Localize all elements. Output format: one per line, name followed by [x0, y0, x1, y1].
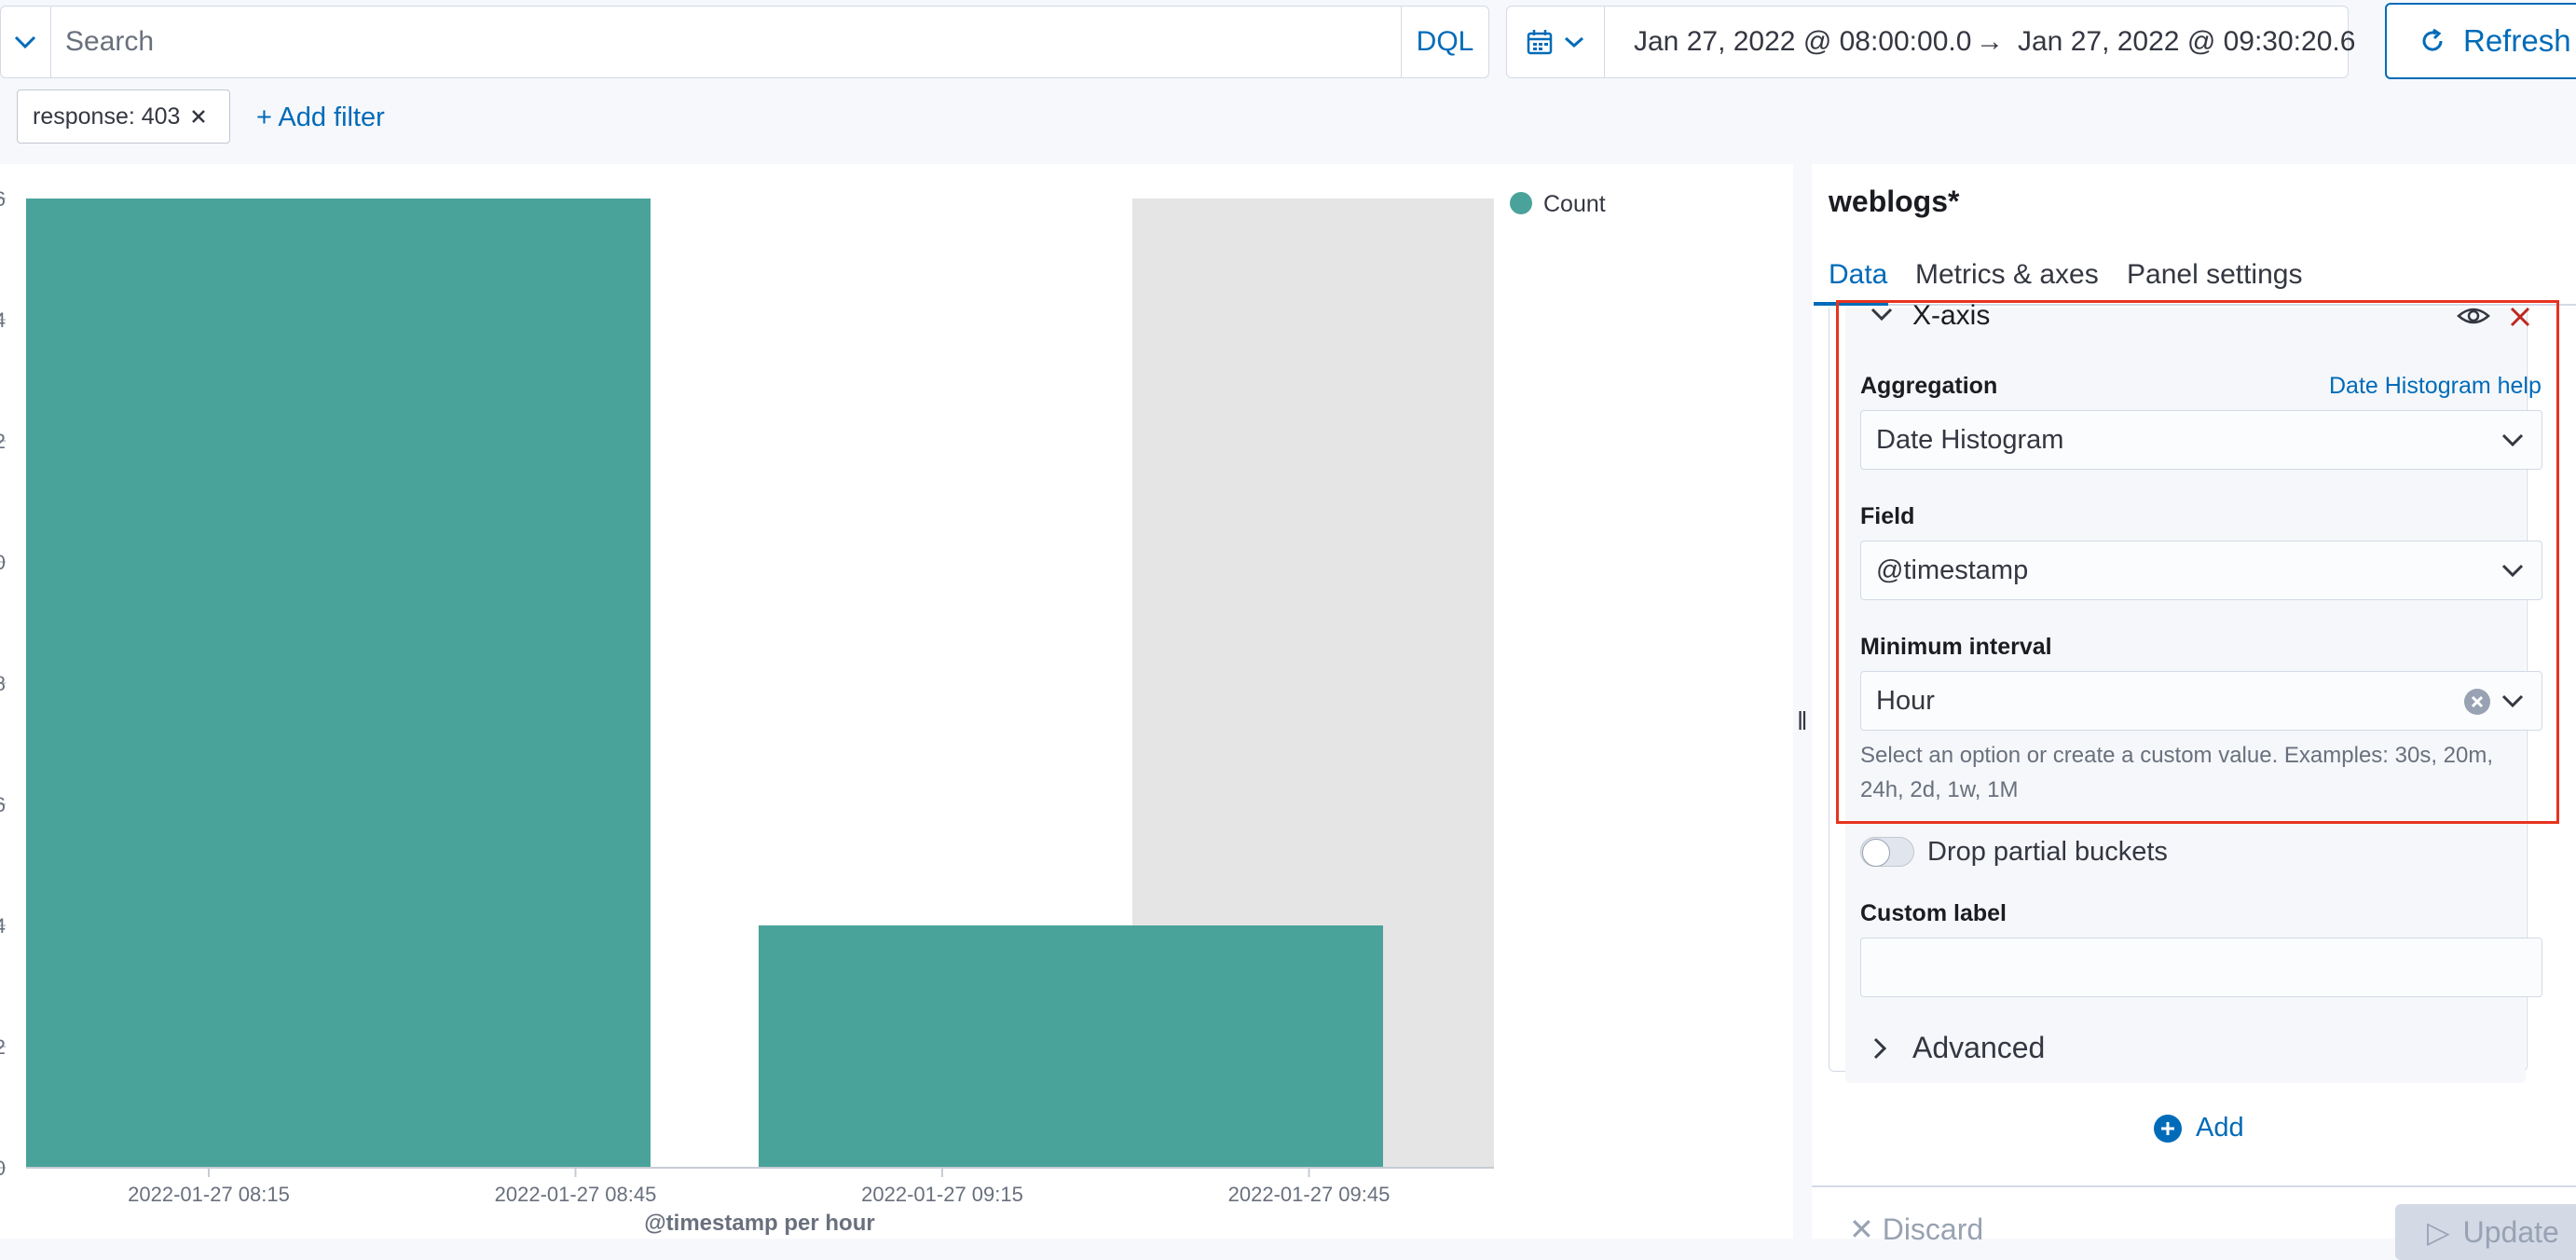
advanced-toggle[interactable]: Advanced: [1912, 1031, 2045, 1065]
dql-button[interactable]: DQL: [1402, 7, 1488, 77]
y-tick-label: 16: [0, 187, 6, 211]
tab-panel-settings[interactable]: Panel settings: [2127, 259, 2302, 291]
y-tick-label: 6: [0, 793, 6, 816]
y-tick-label: 8: [0, 672, 6, 695]
y-tick-label: 2: [0, 1035, 6, 1059]
y-tick-label: 12: [0, 430, 6, 453]
y-tick-label: 10: [0, 551, 6, 574]
custom-label-input[interactable]: [1860, 938, 2542, 997]
play-icon: ▷: [2427, 1215, 2450, 1249]
chevron-right-icon[interactable]: [1871, 1036, 1888, 1061]
resize-handle-icon[interactable]: ‖: [1797, 706, 1808, 736]
add-button[interactable]: Add: [2153, 1113, 2244, 1144]
update-label: Update: [2462, 1214, 2559, 1249]
x-tick-label: 2022-01-27 08:15: [128, 1183, 290, 1206]
discard-button[interactable]: ✕ Discard: [1849, 1212, 1983, 1247]
tab-data[interactable]: Data: [1829, 259, 1887, 291]
legend-label: Count: [1543, 191, 1606, 217]
y-tick-label: 4: [0, 914, 6, 938]
toggle-knob: [1862, 839, 1890, 867]
refresh-label: Refresh: [2463, 23, 2571, 58]
tab-metrics-axes[interactable]: Metrics & axes: [1915, 259, 2099, 291]
bar-1: [759, 925, 1383, 1168]
close-icon: ✕: [1849, 1212, 1883, 1246]
arrow-right-icon: →: [1976, 26, 2004, 57]
add-label: Add: [2196, 1113, 2244, 1143]
x-tick-label: 2022-01-27 09:45: [1228, 1183, 1391, 1206]
highlight-box: [1836, 300, 2559, 824]
close-icon[interactable]: [189, 107, 208, 126]
x-axis-label: @timestamp per hour: [644, 1211, 874, 1236]
start-date[interactable]: Jan 27, 2022 @ 08:00:00.0: [1634, 26, 1971, 58]
search-input[interactable]: Search: [65, 26, 154, 58]
bar-chart: 0 2 4 6 8 10 12 14 16 2022-01-27 08:15 2022-01-27 …: [0, 187, 1606, 1236]
legend-swatch: [1510, 192, 1532, 214]
chevron-down-icon: [1565, 36, 1583, 48]
date-quick-menu-button[interactable]: [1506, 6, 1605, 78]
plus-circle-icon: [2154, 1114, 2182, 1143]
discard-label: Discard: [1882, 1212, 1984, 1246]
query-bar[interactable]: [0, 6, 1489, 78]
drop-partial-buckets-label: Drop partial buckets: [1927, 837, 2168, 867]
x-tick-label: 2022-01-27 08:45: [495, 1183, 657, 1206]
bar-0: [26, 199, 651, 1168]
query-menu-chevron-icon[interactable]: [0, 6, 50, 78]
footer-divider: [1812, 1185, 2576, 1187]
y-tick-label: 0: [0, 1157, 6, 1180]
filter-pill-label: response: 403: [33, 103, 181, 130]
add-filter-link[interactable]: + Add filter: [256, 103, 385, 133]
refresh-button[interactable]: Refresh: [2385, 3, 2576, 79]
filter-pill[interactable]: response: 403: [17, 89, 230, 144]
custom-label-label: Custom label: [1860, 900, 2007, 926]
x-tick-label: 2022-01-27 09:15: [861, 1183, 1023, 1206]
index-pattern-title: weblogs*: [1829, 185, 1960, 218]
update-button[interactable]: ▷ Update: [2395, 1204, 2576, 1260]
calendar-icon: [1527, 30, 1553, 55]
refresh-icon: [2422, 28, 2443, 51]
y-tick-label: 14: [0, 308, 6, 332]
divider: [50, 7, 51, 77]
end-date[interactable]: Jan 27, 2022 @ 09:30:20.6: [2018, 26, 2355, 58]
